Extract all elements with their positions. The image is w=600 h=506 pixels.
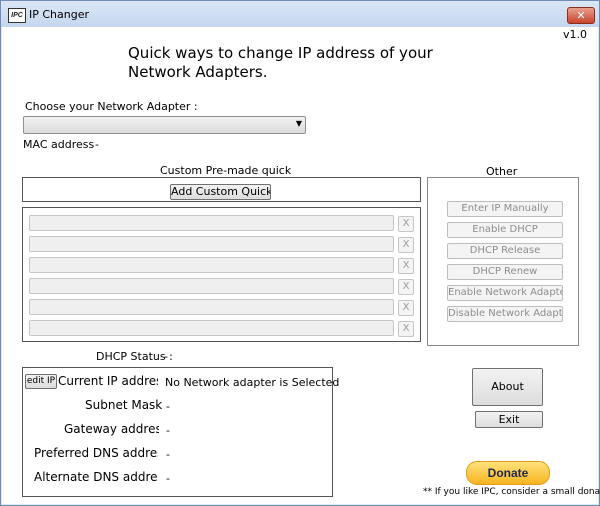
gateway-address-value: - — [166, 424, 170, 437]
gateway-address-label: Gateway address — [64, 422, 159, 436]
dhcp-release-button[interactable]: DHCP Release — [447, 243, 563, 259]
app-logo-icon: IPC — [8, 8, 26, 23]
quick-slot-button[interactable] — [29, 278, 394, 294]
close-button[interactable]: ✕ — [567, 7, 595, 24]
subnet-mask-label: Subnet Mask : — [85, 398, 165, 412]
window-title: IP Changer — [29, 8, 90, 21]
quick-panel-title: Custom Pre-made quick — [160, 164, 292, 177]
quick-slot-remove-button[interactable]: X — [398, 300, 414, 316]
alternate-dns-label: Alternate DNS addres — [34, 470, 158, 484]
alternate-dns-value: - — [166, 472, 170, 485]
quick-slot-button[interactable] — [29, 299, 394, 315]
quick-slot-button[interactable] — [29, 215, 394, 231]
enter-ip-manually-button[interactable]: Enter IP Manually — [447, 201, 563, 217]
enable-dhcp-button[interactable]: Enable DHCP — [447, 222, 563, 238]
donate-button[interactable]: Donate — [466, 461, 550, 485]
subnet-mask-value: - — [166, 400, 170, 413]
dhcp-status-label: DHCP Status : — [96, 350, 173, 363]
dhcp-renew-button[interactable]: DHCP Renew — [447, 264, 563, 280]
add-custom-quick-button[interactable]: Add Custom Quick I — [170, 184, 271, 200]
preferred-dns-value: - — [166, 448, 170, 461]
chevron-down-icon: ▼ — [295, 119, 302, 128]
title-bar[interactable]: IPC IP Changer ✕ — [1, 1, 599, 27]
adapter-choose-label: Choose your Network Adapter : — [25, 100, 198, 113]
quick-slot-button[interactable] — [29, 236, 394, 252]
version-label: v1.0 — [563, 28, 588, 41]
exit-button[interactable]: Exit — [475, 411, 543, 428]
donation-note: ** If you like IPC, consider a small don… — [423, 487, 600, 497]
about-button[interactable]: About — [472, 368, 543, 406]
current-ip-value: No Network adapter is Selected — [165, 376, 340, 389]
quick-slot-remove-button[interactable]: X — [398, 216, 414, 232]
disable-network-adapter-button[interactable]: Disable Network Adapt — [447, 306, 563, 322]
preferred-dns-label: Preferred DNS addres — [34, 446, 158, 460]
quick-slot-remove-button[interactable]: X — [398, 279, 414, 295]
close-icon: ✕ — [576, 9, 586, 22]
mac-address-label: MAC address — [23, 138, 95, 151]
edit-ip-button[interactable]: edit IP — [25, 374, 57, 389]
quick-slot-remove-button[interactable]: X — [398, 258, 414, 274]
current-ip-label: Current IP addres — [58, 374, 158, 388]
quick-slot-button[interactable] — [29, 257, 394, 273]
page-headline: Quick ways to change IP address of your … — [128, 44, 433, 81]
network-adapter-dropdown[interactable]: ▼ — [23, 116, 306, 134]
mac-address-value: - — [95, 138, 99, 151]
enable-network-adapter-button[interactable]: Enable Network Adapte — [447, 285, 563, 301]
quick-slot-remove-button[interactable]: X — [398, 237, 414, 253]
quick-slot-remove-button[interactable]: X — [398, 321, 414, 337]
quick-slot-button[interactable] — [29, 320, 394, 336]
dhcp-status-value: - — [164, 350, 168, 363]
